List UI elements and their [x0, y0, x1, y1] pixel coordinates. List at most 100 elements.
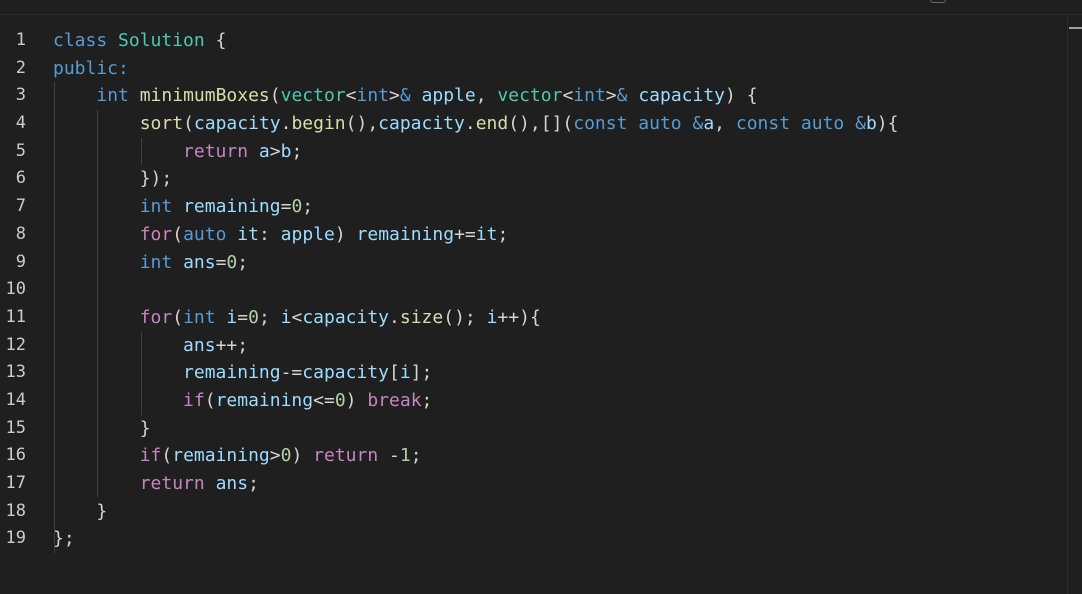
code-token: ;	[497, 223, 509, 245]
code-line[interactable]: 11 for(int i=0; i<capacity.size(); i++){	[0, 304, 1066, 332]
code-token: -=	[280, 362, 303, 384]
code-token: it	[237, 223, 259, 245]
line-number: 12	[5, 334, 26, 355]
code-line[interactable]: 19};	[0, 525, 1066, 553]
code-text[interactable]: if(remaining<=0) break;	[53, 387, 432, 415]
line-number: 3	[15, 85, 26, 106]
code-token: >	[269, 140, 281, 162]
code-token: remaining	[183, 362, 281, 384]
code-line[interactable]: 18 }	[0, 498, 1066, 526]
code-text[interactable]: sort(capacity.begin(),capacity.end(),[](…	[53, 110, 899, 138]
code-text[interactable]: remaining-=capacity[i];	[53, 359, 432, 387]
code-line[interactable]: 1 class Solution {	[0, 27, 1066, 55]
code-token: ;	[291, 140, 303, 162]
code-token: {	[204, 30, 227, 51]
code-line[interactable]: 10	[0, 276, 1066, 304]
code-text[interactable]: };	[53, 525, 75, 553]
code-text[interactable]: public:	[53, 55, 129, 83]
code-text[interactable]: int remaining=0;	[53, 193, 313, 221]
code-line[interactable]: 7 int remaining=0;	[0, 193, 1066, 221]
line-number: 6	[15, 168, 26, 189]
code-line[interactable]: 12 ans++;	[0, 332, 1066, 360]
code-text[interactable]: ans++;	[53, 332, 248, 360]
code-text[interactable]: return ans;	[53, 470, 259, 498]
code-line[interactable]: 13 remaining-=capacity[i];	[0, 359, 1066, 387]
code-editor[interactable]: 1 class Solution {2 public: 3 int minimumBo…	[0, 0, 1082, 594]
code-text[interactable]: if(remaining>0) return -1;	[53, 442, 422, 470]
code-token: (	[183, 113, 194, 135]
code-line[interactable]: 8 for(auto it: apple) remaining+=it;	[0, 221, 1066, 249]
code-token: &	[399, 85, 411, 107]
code-line[interactable]: 17 return ans;	[0, 470, 1066, 498]
code-text[interactable]: for(int i=0; i<capacity.size(); i++){	[53, 304, 541, 332]
code-token: const	[573, 113, 628, 135]
code-text[interactable]: int ans=0;	[53, 249, 248, 277]
code-token: -	[378, 445, 400, 467]
code-token: const	[735, 113, 791, 135]
vertical-scrollbar[interactable]	[1067, 15, 1082, 594]
code-token: capacity	[302, 362, 389, 384]
code-token: <=	[313, 389, 335, 411]
code-token: });	[53, 168, 173, 190]
code-token: ++;	[215, 334, 249, 356]
code-token: i	[280, 306, 292, 328]
code-token: (	[172, 306, 184, 328]
code-token: .	[389, 306, 400, 328]
code-line[interactable]: 4 sort(capacity.begin(),capacity.end(),[…	[0, 110, 1066, 138]
code-text[interactable]: return a>b;	[53, 138, 302, 166]
code-token: ;	[237, 251, 249, 273]
code-text[interactable]: });	[53, 165, 173, 193]
code-token: if	[183, 389, 205, 411]
code-token: b	[865, 113, 877, 135]
code-token: >	[605, 85, 617, 107]
code-line[interactable]: 14 if(remaining<=0) break;	[0, 387, 1066, 415]
code-token: class	[53, 30, 108, 51]
code-line[interactable]: 3 int minimumBoxes(vector<int>& apple, v…	[0, 82, 1066, 110]
code-text[interactable]: int minimumBoxes(vector<int>& apple, vec…	[53, 82, 757, 110]
code-line[interactable]: 6 });	[0, 165, 1066, 193]
code-line[interactable]: 9 int ans=0;	[0, 249, 1066, 277]
code-token: return	[313, 445, 379, 467]
code-token: )	[291, 445, 314, 467]
code-line[interactable]: 2 public:	[0, 55, 1066, 83]
code-text[interactable]: class Solution {	[53, 27, 226, 55]
code-line[interactable]: 16 if(remaining>0) return -1;	[0, 442, 1066, 470]
code-token: for	[139, 306, 173, 328]
line-number: 7	[15, 196, 26, 217]
code-token: Solution	[118, 30, 205, 51]
line-number: 8	[15, 223, 26, 244]
code-token: ;	[421, 389, 433, 411]
code-token: int	[139, 251, 173, 273]
code-token: }	[53, 500, 108, 522]
code-text[interactable]: }	[53, 415, 151, 443]
code-line[interactable]: 15 }	[0, 415, 1066, 443]
line-number: 13	[5, 362, 26, 383]
code-area[interactable]: 1 class Solution {2 public: 3 int minimumBo…	[0, 27, 1066, 553]
code-token: vector	[497, 85, 563, 107]
code-token: int	[183, 306, 216, 328]
code-text[interactable]: }	[53, 498, 107, 526]
code-token: size	[399, 306, 444, 328]
code-token: &	[692, 113, 704, 135]
code-text[interactable]: for(auto it: apple) remaining+=it;	[53, 221, 509, 249]
line-number: 16	[5, 445, 26, 466]
line-number: 19	[5, 528, 26, 549]
code-token: auto	[638, 113, 682, 135]
code-token: ;	[410, 445, 422, 467]
code-line[interactable]: 5 return a>b;	[0, 138, 1066, 166]
